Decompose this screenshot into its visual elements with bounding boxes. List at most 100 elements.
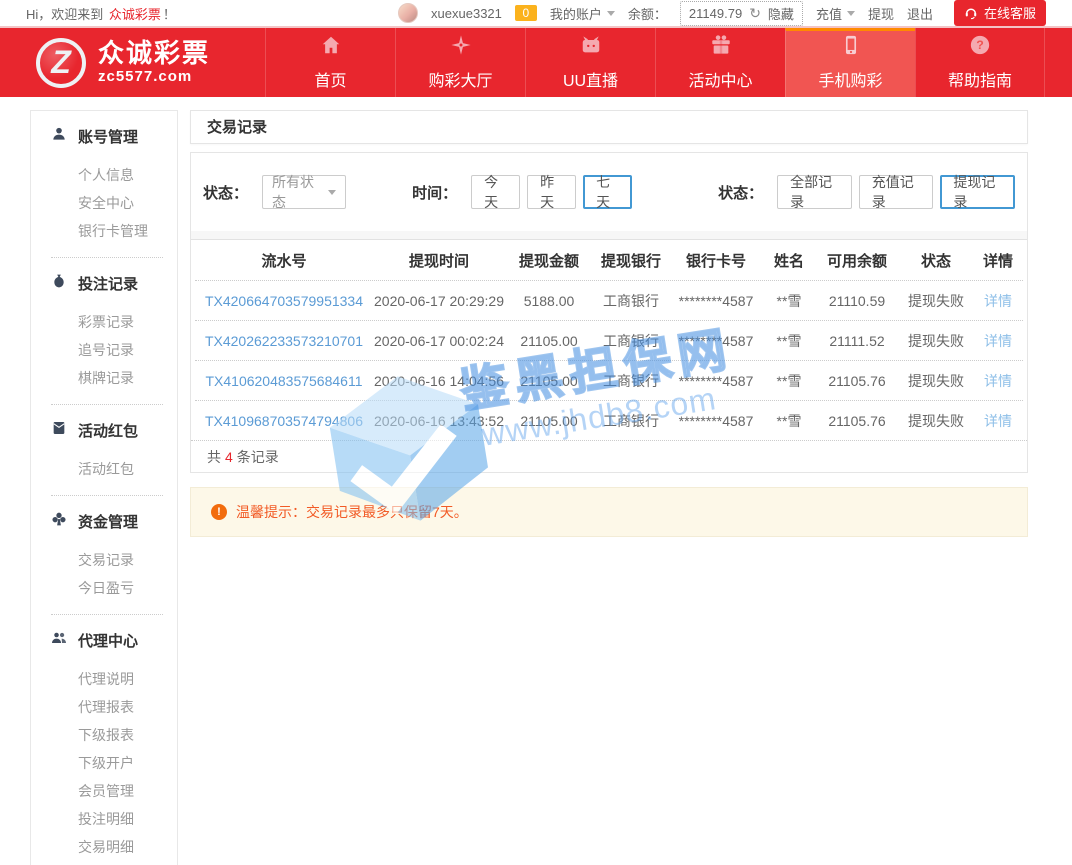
sidebar-item-lottery-records[interactable]: 彩票记录 [51,308,163,336]
serial-link[interactable]: TX420664703579951334 [195,293,373,309]
withdraw-link[interactable]: 提现 [868,4,894,23]
sidebar-section-head-account[interactable]: 账号管理 [51,126,163,147]
sidebar-section-items: 个人信息安全中心银行卡管理 [51,161,163,245]
records-table: 流水号提现时间提现金额提现银行银行卡号姓名可用余额状态详情 TX42066470… [191,240,1027,440]
sidebar-section-title: 投注记录 [78,273,138,294]
serial-link[interactable]: TX410620483575684611 [195,373,373,389]
cell-amount: 21105.00 [505,413,593,429]
brand-name[interactable]: 众诚彩票 [109,7,161,22]
time-filter-label: 时间： [412,182,457,203]
time-filter-yesterday[interactable]: 昨天 [527,175,576,209]
sidebar-section-betting: 投注记录彩票记录追号记录棋牌记录 [51,258,163,405]
message-count-badge[interactable]: 0 [515,5,537,21]
sidebar-section-head-betting[interactable]: 投注记录 [51,273,163,294]
cell-bank: 工商银行 [593,291,669,311]
record-count-prefix: 共 [207,447,221,467]
cell-card: ********4587 [669,333,763,349]
warning-icon: ! [211,504,227,520]
detail-link[interactable]: 详情 [973,371,1023,391]
cell-name: **雪 [763,291,815,311]
sidebar-item-agent-report[interactable]: 代理报表 [51,693,163,721]
cell-card: ********4587 [669,373,763,389]
cell-status: 提现失败 [899,331,973,351]
cell-status: 提现失败 [899,291,973,311]
sidebar-item-today-pnl[interactable]: 今日盈亏 [51,574,163,602]
sidebar-item-transaction-details[interactable]: 交易明细 [51,833,163,861]
sidebar-item-personal-info[interactable]: 个人信息 [51,161,163,189]
pinwheel-icon [450,34,472,61]
sidebar-item-bank-cards[interactable]: 银行卡管理 [51,217,163,245]
table-header: 流水号提现时间提现金额提现银行银行卡号姓名可用余额状态详情 [195,240,1023,280]
cell-time: 2020-06-16 13:43:52 [373,413,505,429]
detail-link[interactable]: 详情 [973,331,1023,351]
cell-time: 2020-06-17 00:02:24 [373,333,505,349]
status-select-value: 所有状态 [272,172,323,212]
type-filter-withdraw-records[interactable]: 提现记录 [940,175,1015,209]
sidebar-item-security-center[interactable]: 安全中心 [51,189,163,217]
cell-amount: 21105.00 [505,373,593,389]
sidebar-section-items: 代理说明代理报表下级报表下级开户会员管理投注明细交易明细 [51,665,163,861]
help-icon: ? [969,34,991,61]
time-filter-group: 今天昨天七天 [471,175,632,209]
nav-item-uu-live[interactable]: UU直播 [525,28,655,97]
time-filter-seven-days[interactable]: 七天 [583,175,632,209]
chevron-down-icon [847,11,855,16]
nav-item-lottery-hall[interactable]: 购彩大厅 [395,28,525,97]
sidebar-item-chess-records[interactable]: 棋牌记录 [51,364,163,392]
cell-balance: 21105.76 [815,373,899,389]
nav-menu: 首页购彩大厅UU直播活动中心手机购彩? 帮助指南 [265,28,1045,97]
greeting-prefix: Hi，欢迎来到 [26,7,107,22]
logo-title: 众诚彩票 [98,40,210,67]
type-filter-all-records[interactable]: 全部记录 [777,175,852,209]
sidebar-section-items: 活动红包 [51,455,163,483]
nav-item-mobile-lottery[interactable]: 手机购彩 [785,28,915,97]
sidebar-section-items: 交易记录今日盈亏 [51,546,163,602]
home-icon [320,34,342,61]
customer-service-button[interactable]: 在线客服 [954,0,1046,26]
detail-link[interactable]: 详情 [973,411,1023,431]
detail-link[interactable]: 详情 [973,291,1023,311]
refresh-icon[interactable]: ↻ [749,6,761,20]
sidebar-item-subordinate-report[interactable]: 下级报表 [51,721,163,749]
user-icon [51,126,67,147]
status-select[interactable]: 所有状态 [262,175,346,209]
cell-balance: 21111.52 [815,333,899,349]
recharge-menu[interactable]: 充值 [816,4,855,23]
logout-link[interactable]: 退出 [907,4,933,23]
sidebar-item-subordinate-open[interactable]: 下级开户 [51,749,163,777]
avatar[interactable] [398,3,418,23]
sidebar-item-member-manage[interactable]: 会员管理 [51,777,163,805]
serial-link[interactable]: TX420262233573210701 [195,333,373,349]
sidebar-section-head-agent[interactable]: 代理中心 [51,630,163,651]
sidebar: 账号管理个人信息安全中心银行卡管理投注记录彩票记录追号记录棋牌记录活动红包活动红… [30,110,178,865]
sidebar-item-activity-redpacket[interactable]: 活动红包 [51,455,163,483]
my-account-menu[interactable]: 我的账户 [550,4,615,23]
navbar: Z 众诚彩票 zc5577.com 首页购彩大厅UU直播活动中心手机购彩? 帮助指… [0,28,1072,97]
chevron-down-icon [328,190,336,195]
nav-item-home[interactable]: 首页 [265,28,395,97]
sidebar-section-title: 代理中心 [78,630,138,651]
moneybag-icon [51,273,67,294]
column-header: 姓名 [763,250,815,271]
logo[interactable]: Z 众诚彩票 zc5577.com [0,28,265,97]
sidebar-item-bet-details[interactable]: 投注明细 [51,805,163,833]
hide-balance-link[interactable]: 隐藏 [768,4,794,23]
cell-name: **雪 [763,331,815,351]
column-header: 提现银行 [593,250,669,271]
type-filter-recharge-records[interactable]: 充值记录 [859,175,934,209]
column-header: 提现时间 [373,250,505,271]
sidebar-item-transaction-records[interactable]: 交易记录 [51,546,163,574]
cell-status: 提现失败 [899,371,973,391]
sidebar-section-head-funds[interactable]: 资金管理 [51,511,163,532]
time-filter-today[interactable]: 今天 [471,175,520,209]
serial-link[interactable]: TX410968703574794806 [195,413,373,429]
nav-item-activity-center[interactable]: 活动中心 [655,28,785,97]
nav-item-label: 帮助指南 [948,67,1012,91]
sidebar-section-title: 账号管理 [78,126,138,147]
sidebar-item-agent-intro[interactable]: 代理说明 [51,665,163,693]
notice-banner: ! 温馨提示：交易记录最多只保留7天。 [190,487,1028,537]
my-account-label: 我的账户 [550,4,602,23]
sidebar-section-head-redpacket[interactable]: 活动红包 [51,420,163,441]
nav-item-help-guide[interactable]: ? 帮助指南 [915,28,1045,97]
sidebar-item-chase-records[interactable]: 追号记录 [51,336,163,364]
